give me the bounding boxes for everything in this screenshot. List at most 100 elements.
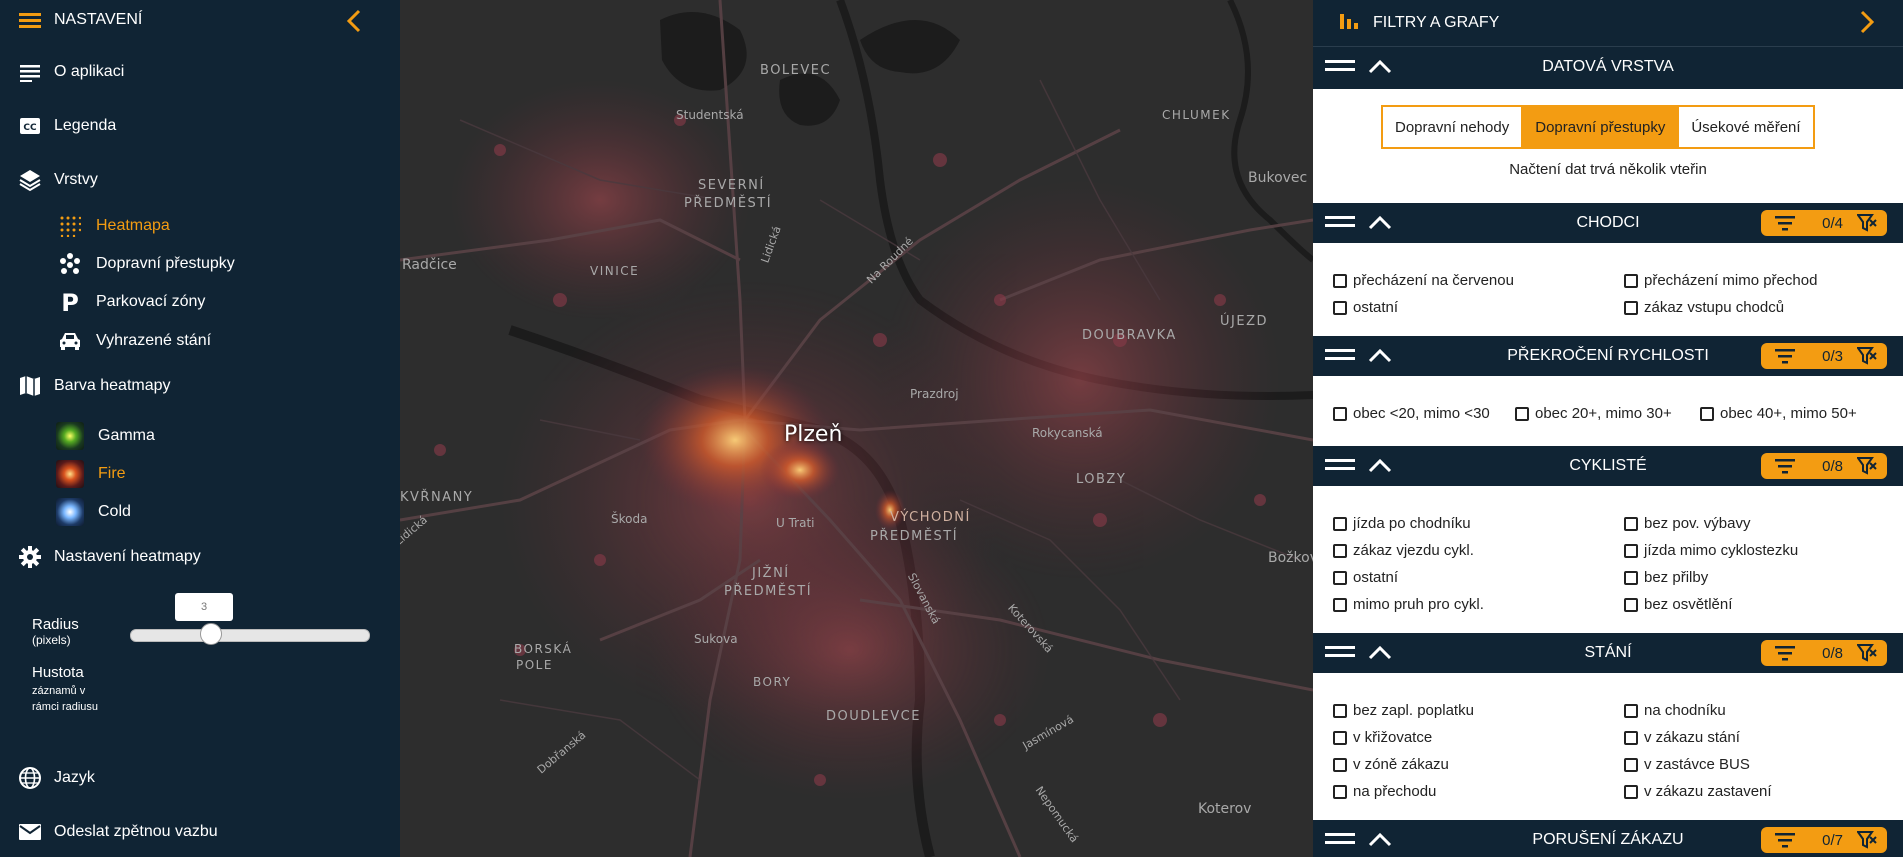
section-speeding-header[interactable]: PŘEKROČENÍ RYCHLOSTI 0/3 <box>1313 336 1903 376</box>
filter-checkbox[interactable]: v křižovatce <box>1333 729 1432 746</box>
filter-checkbox[interactable]: bez zapl. poplatku <box>1333 702 1474 719</box>
chevron-up-icon[interactable] <box>1367 456 1393 479</box>
section-pedestrians-body: přecházení na červenou přecházení mimo p… <box>1313 243 1903 336</box>
checkbox[interactable] <box>1624 300 1638 315</box>
clear-filter-icon[interactable] <box>1856 643 1877 667</box>
settings-header[interactable]: NASTAVENÍ <box>18 8 142 32</box>
checkbox[interactable] <box>1333 597 1347 612</box>
drag-handle-icon[interactable] <box>1325 832 1355 851</box>
checkbox[interactable] <box>1624 784 1638 799</box>
filter-checkbox[interactable]: na chodníku <box>1624 702 1726 719</box>
checkbox[interactable] <box>1333 784 1347 799</box>
clear-filter-icon[interactable] <box>1856 346 1877 370</box>
chevron-up-icon[interactable] <box>1367 346 1393 369</box>
layer-reserved-parking[interactable]: Vyhrazené stání <box>58 329 211 353</box>
clear-filter-icon[interactable] <box>1856 213 1877 237</box>
section-pedestrians-header[interactable]: CHODCI 0/4 <box>1313 203 1903 243</box>
collapse-left-icon[interactable] <box>342 8 366 39</box>
checkbox[interactable] <box>1333 273 1347 288</box>
filter-count-badge[interactable]: 0/3 <box>1761 343 1887 369</box>
section-data-layer-header[interactable]: DATOVÁ VRSTVA <box>1313 47 1903 87</box>
section-prohibition-header[interactable]: PORUŠENÍ ZÁKAZU 0/7 <box>1313 820 1903 857</box>
color-cold[interactable]: Cold <box>56 498 131 526</box>
menu-legend[interactable]: CC Legenda <box>18 114 116 138</box>
chevron-up-icon[interactable] <box>1367 643 1393 666</box>
filter-checkbox[interactable]: obec 20+, mimo 30+ <box>1515 405 1672 422</box>
filter-checkbox[interactable]: zákaz vstupu chodců <box>1624 299 1784 316</box>
checkbox[interactable] <box>1624 597 1638 612</box>
checkbox[interactable] <box>1624 543 1638 558</box>
checkbox[interactable] <box>1333 703 1347 718</box>
checkbox[interactable] <box>1624 730 1638 745</box>
color-gamma[interactable]: Gamma <box>56 422 155 450</box>
drag-handle-icon[interactable] <box>1325 348 1355 367</box>
section-cyclists-header[interactable]: CYKLISTÉ 0/8 <box>1313 446 1903 486</box>
collapse-right-icon[interactable] <box>1857 9 1877 40</box>
filter-checkbox[interactable]: přecházení na červenou <box>1333 272 1514 289</box>
checkbox[interactable] <box>1333 757 1347 772</box>
filter-checkbox[interactable]: ostatní <box>1333 299 1398 316</box>
layer-heatmap[interactable]: Heatmapa <box>58 214 170 238</box>
clear-filter-icon[interactable] <box>1856 456 1877 480</box>
filter-checkbox[interactable]: ostatní <box>1333 569 1398 586</box>
menu-heat-color[interactable]: Barva heatmapy <box>18 374 171 398</box>
filter-count-badge[interactable]: 0/8 <box>1761 453 1887 479</box>
filter-checkbox[interactable]: jízda po chodníku <box>1333 515 1471 532</box>
filter-count-badge[interactable]: 0/8 <box>1761 640 1887 666</box>
radius-slider[interactable] <box>130 623 370 645</box>
tab-section-speed[interactable]: Úsekové měření <box>1677 107 1812 147</box>
filter-checkbox[interactable]: bez přilby <box>1624 569 1708 586</box>
filter-checkbox[interactable]: v zastávce BUS <box>1624 756 1750 773</box>
checkbox[interactable] <box>1333 300 1347 315</box>
filter-checkbox[interactable]: bez osvětlění <box>1624 596 1732 613</box>
filters-header[interactable]: FILTRY A GRAFY <box>1313 0 1903 47</box>
filter-checkbox[interactable]: v zóně zákazu <box>1333 756 1449 773</box>
checkbox[interactable] <box>1624 273 1638 288</box>
filter-checkbox[interactable]: obec 40+, mimo 50+ <box>1700 405 1857 422</box>
checkbox[interactable] <box>1700 406 1714 421</box>
layer-traffic-offences[interactable]: Dopravní přestupky <box>58 252 235 276</box>
checkbox[interactable] <box>1624 703 1638 718</box>
menu-feedback[interactable]: Odeslat zpětnou vazbu <box>18 820 218 844</box>
tab-traffic-accidents[interactable]: Dopravní nehody <box>1383 107 1521 147</box>
checkbox[interactable] <box>1624 757 1638 772</box>
drag-handle-icon[interactable] <box>1325 59 1355 78</box>
drag-handle-icon[interactable] <box>1325 215 1355 234</box>
chevron-up-icon[interactable] <box>1367 830 1393 853</box>
checkbox[interactable] <box>1515 406 1529 421</box>
checkbox[interactable] <box>1624 570 1638 585</box>
filter-count-badge[interactable]: 0/4 <box>1761 210 1887 236</box>
hamburger-icon[interactable] <box>18 8 42 32</box>
drag-handle-icon[interactable] <box>1325 645 1355 664</box>
menu-heat-settings[interactable]: Nastavení heatmapy <box>18 545 201 569</box>
filter-count-badge[interactable]: 0/7 <box>1761 827 1887 853</box>
filter-checkbox[interactable]: obec <20, mimo <30 <box>1333 405 1490 422</box>
checkbox[interactable] <box>1333 570 1347 585</box>
checkbox[interactable] <box>1333 730 1347 745</box>
filter-checkbox[interactable]: v zákazu stání <box>1624 729 1740 746</box>
map-view[interactable]: BOLEVEC Studentská SEVERNÍ PŘEDMĚSTÍ VIN… <box>400 0 1313 857</box>
filter-checkbox[interactable]: zákaz vjezdu cykl. <box>1333 542 1474 559</box>
filter-checkbox[interactable]: bez pov. výbavy <box>1624 515 1750 532</box>
filter-checkbox[interactable]: v zákazu zastavení <box>1624 783 1772 800</box>
chevron-up-icon[interactable] <box>1367 213 1393 236</box>
checkbox[interactable] <box>1333 516 1347 531</box>
tab-traffic-offences[interactable]: Dopravní přestupky <box>1521 107 1678 147</box>
filter-checkbox[interactable]: mimo pruh pro cykl. <box>1333 596 1484 613</box>
filter-checkbox[interactable]: přecházení mimo přechod <box>1624 272 1817 289</box>
filter-checkbox[interactable]: jízda mimo cyklostezku <box>1624 542 1798 559</box>
clear-filter-icon[interactable] <box>1856 830 1877 854</box>
menu-language[interactable]: Jazyk <box>18 766 95 790</box>
menu-layers[interactable]: Vrstvy <box>18 168 98 192</box>
section-parking-header[interactable]: STÁNÍ 0/8 <box>1313 633 1903 673</box>
checkbox[interactable] <box>1624 516 1638 531</box>
checkbox[interactable] <box>1333 543 1347 558</box>
menu-about[interactable]: O aplikaci <box>18 60 124 84</box>
color-fire[interactable]: Fire <box>56 460 126 488</box>
layer-parking-zones[interactable]: P Parkovací zóny <box>58 290 205 314</box>
checkbox[interactable] <box>1333 406 1347 421</box>
filter-checkbox[interactable]: na přechodu <box>1333 783 1436 800</box>
chevron-up-icon[interactable] <box>1367 57 1393 80</box>
radius-slider-handle[interactable] <box>200 623 222 645</box>
drag-handle-icon[interactable] <box>1325 458 1355 477</box>
